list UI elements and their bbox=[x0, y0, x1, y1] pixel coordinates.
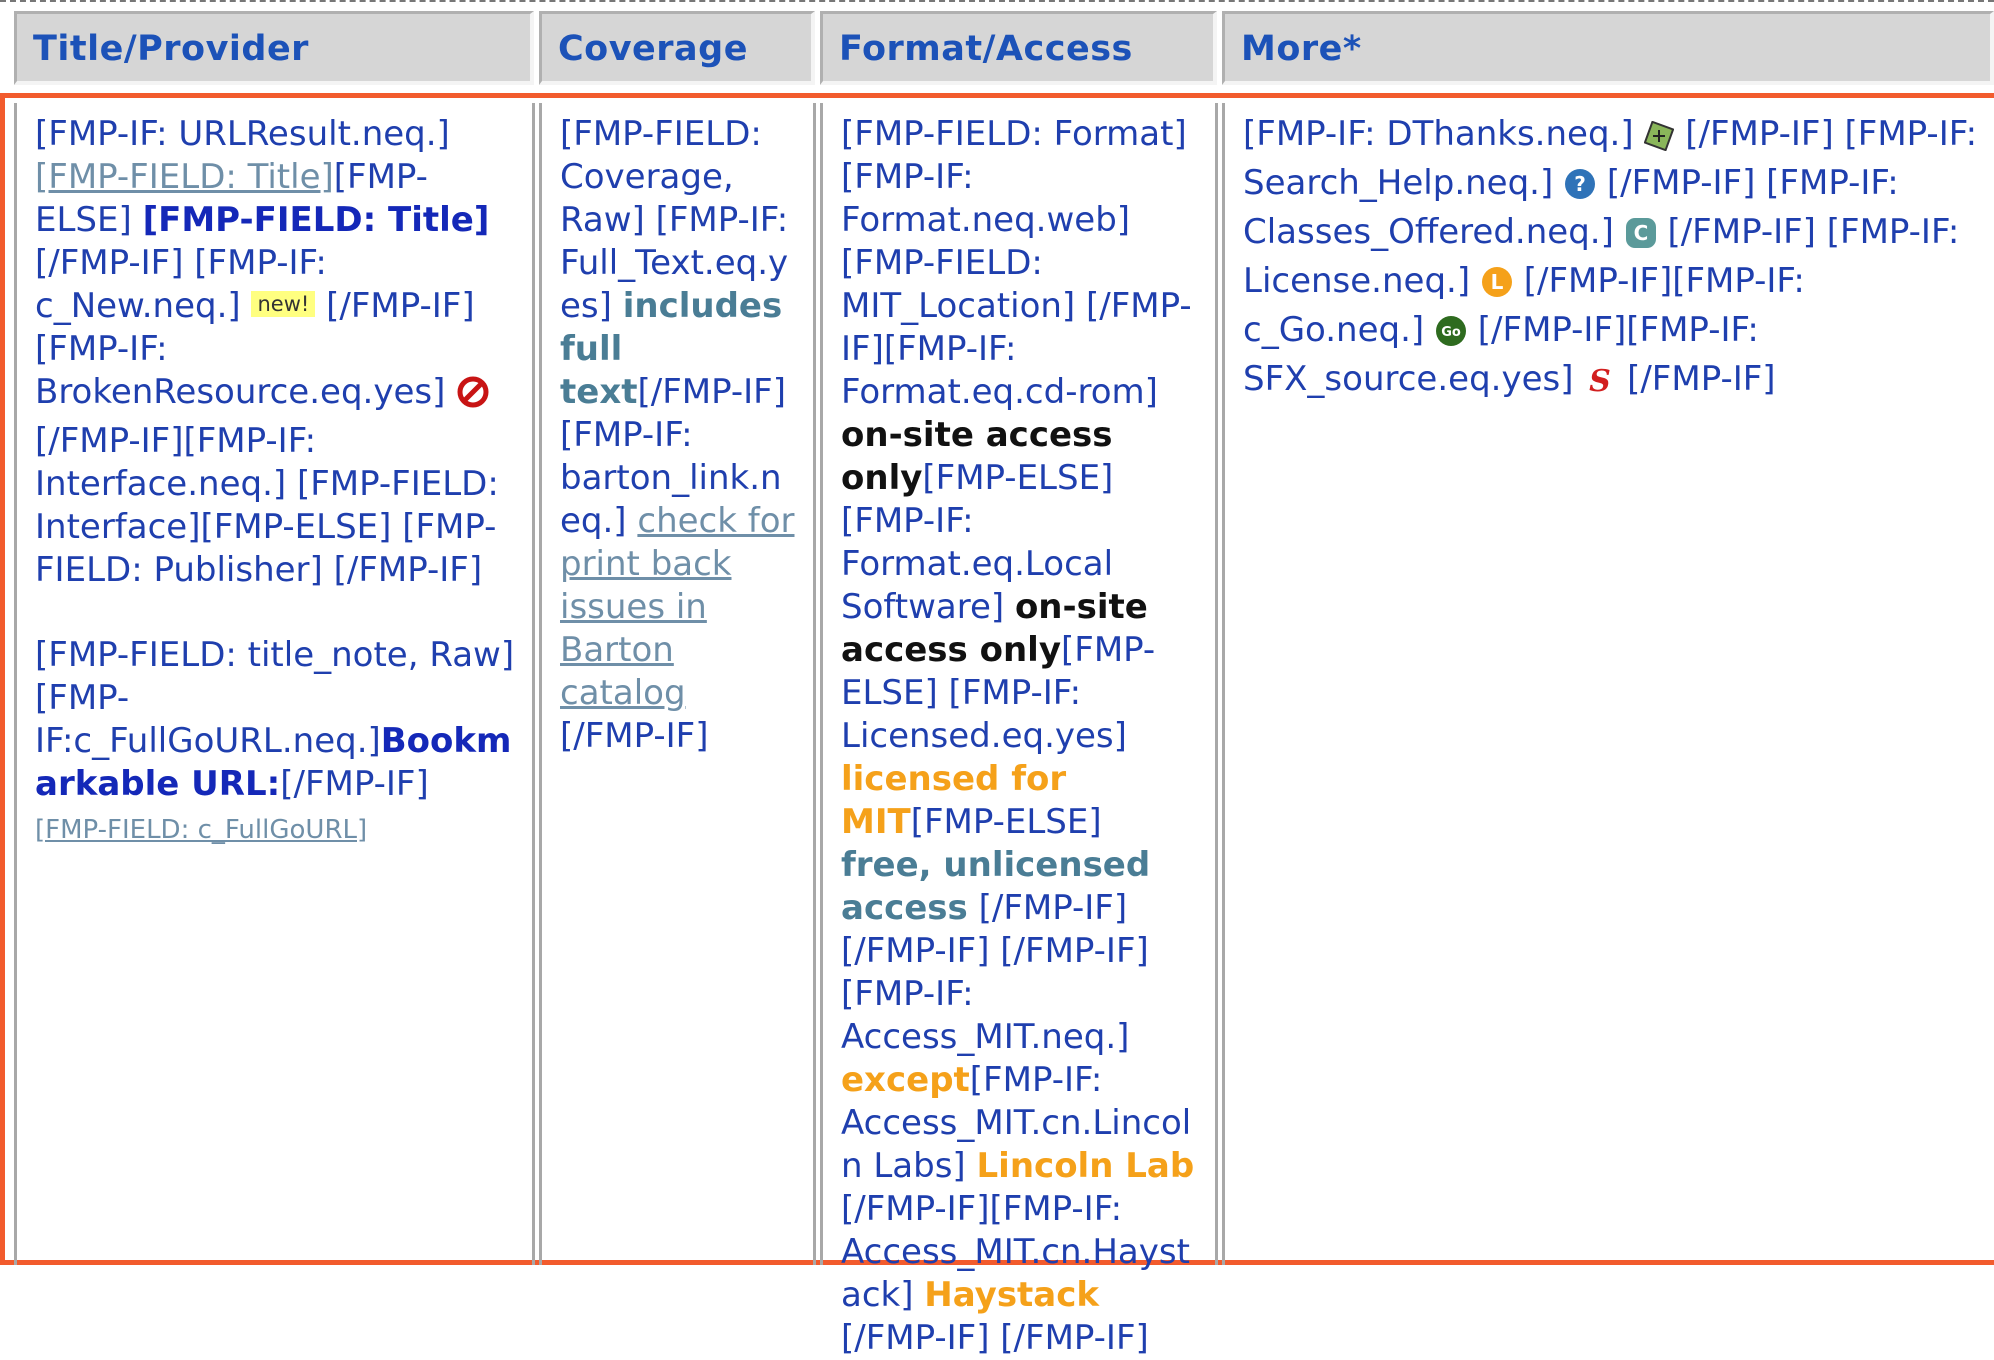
template-text: [/FMP-IF] bbox=[280, 764, 429, 804]
column-header-coverage[interactable]: Coverage bbox=[539, 11, 815, 85]
lincoln-lab-label: Lincoln Lab bbox=[976, 1146, 1195, 1186]
template-text: [FMP-IF: DThanks.neq.] bbox=[1243, 114, 1645, 154]
except-label: except bbox=[841, 1060, 970, 1100]
column-header-more[interactable]: More* bbox=[1222, 11, 1994, 85]
template-text: [/FMP-IF] bbox=[560, 716, 709, 756]
title-link[interactable]: [FMP-FIELD: Title] bbox=[35, 157, 334, 197]
new-badge: new! bbox=[251, 291, 316, 317]
column-header-format-access[interactable]: Format/Access bbox=[820, 11, 1217, 85]
template-text: [/FMP-IF] bbox=[1616, 359, 1776, 399]
template-text: [/FMP-IF] [/FMP-IF] bbox=[841, 1318, 1149, 1358]
sfx-glyph: S bbox=[1589, 364, 1611, 396]
top-border bbox=[0, 0, 1994, 6]
template-text: [FMP-ELSE] bbox=[910, 802, 1102, 842]
search-help-icon[interactable]: ? bbox=[1564, 168, 1596, 211]
help-glyph: ? bbox=[1574, 172, 1586, 196]
haystack-label: Haystack bbox=[924, 1275, 1100, 1315]
template-text: [FMP-FIELD: Format][FMP-IF: Format.neq.w… bbox=[841, 114, 1192, 412]
cell-format-access: [FMP-FIELD: Format][FMP-IF: Format.neq.w… bbox=[820, 103, 1218, 1358]
full-go-url-link[interactable]: [FMP-FIELD: c_FullGoURL] bbox=[35, 815, 367, 845]
cell-coverage: [FMP-FIELD: Coverage, Raw] [FMP-IF: Full… bbox=[539, 103, 816, 1265]
license-icon[interactable]: L bbox=[1481, 266, 1513, 309]
cell-title-provider: [FMP-IF: URLResult.neq.] [FMP-FIELD: Tit… bbox=[14, 103, 535, 1265]
classes-glyph: C bbox=[1633, 221, 1648, 245]
go-glyph: Go bbox=[1441, 325, 1461, 340]
broken-resource-icon bbox=[456, 375, 490, 420]
title-bold: [FMP-FIELD: Title] bbox=[142, 200, 490, 240]
template-text: [/FMP-IF][FMP-IF: Interface.neq.] [FMP-F… bbox=[35, 421, 499, 590]
template-text: [FMP-IF: URLResult.neq.] bbox=[35, 114, 450, 154]
go-icon[interactable]: Go bbox=[1435, 315, 1467, 358]
license-glyph: L bbox=[1491, 270, 1504, 294]
cell-more: [FMP-IF: DThanks.neq.] [/FMP-IF] [FMP-IF… bbox=[1222, 103, 1994, 1265]
classes-offered-icon[interactable]: C bbox=[1625, 217, 1657, 260]
column-header-title-provider[interactable]: Title/Provider bbox=[14, 11, 534, 85]
thanks-icon[interactable] bbox=[1644, 119, 1675, 162]
sfx-icon[interactable]: S bbox=[1584, 364, 1616, 407]
